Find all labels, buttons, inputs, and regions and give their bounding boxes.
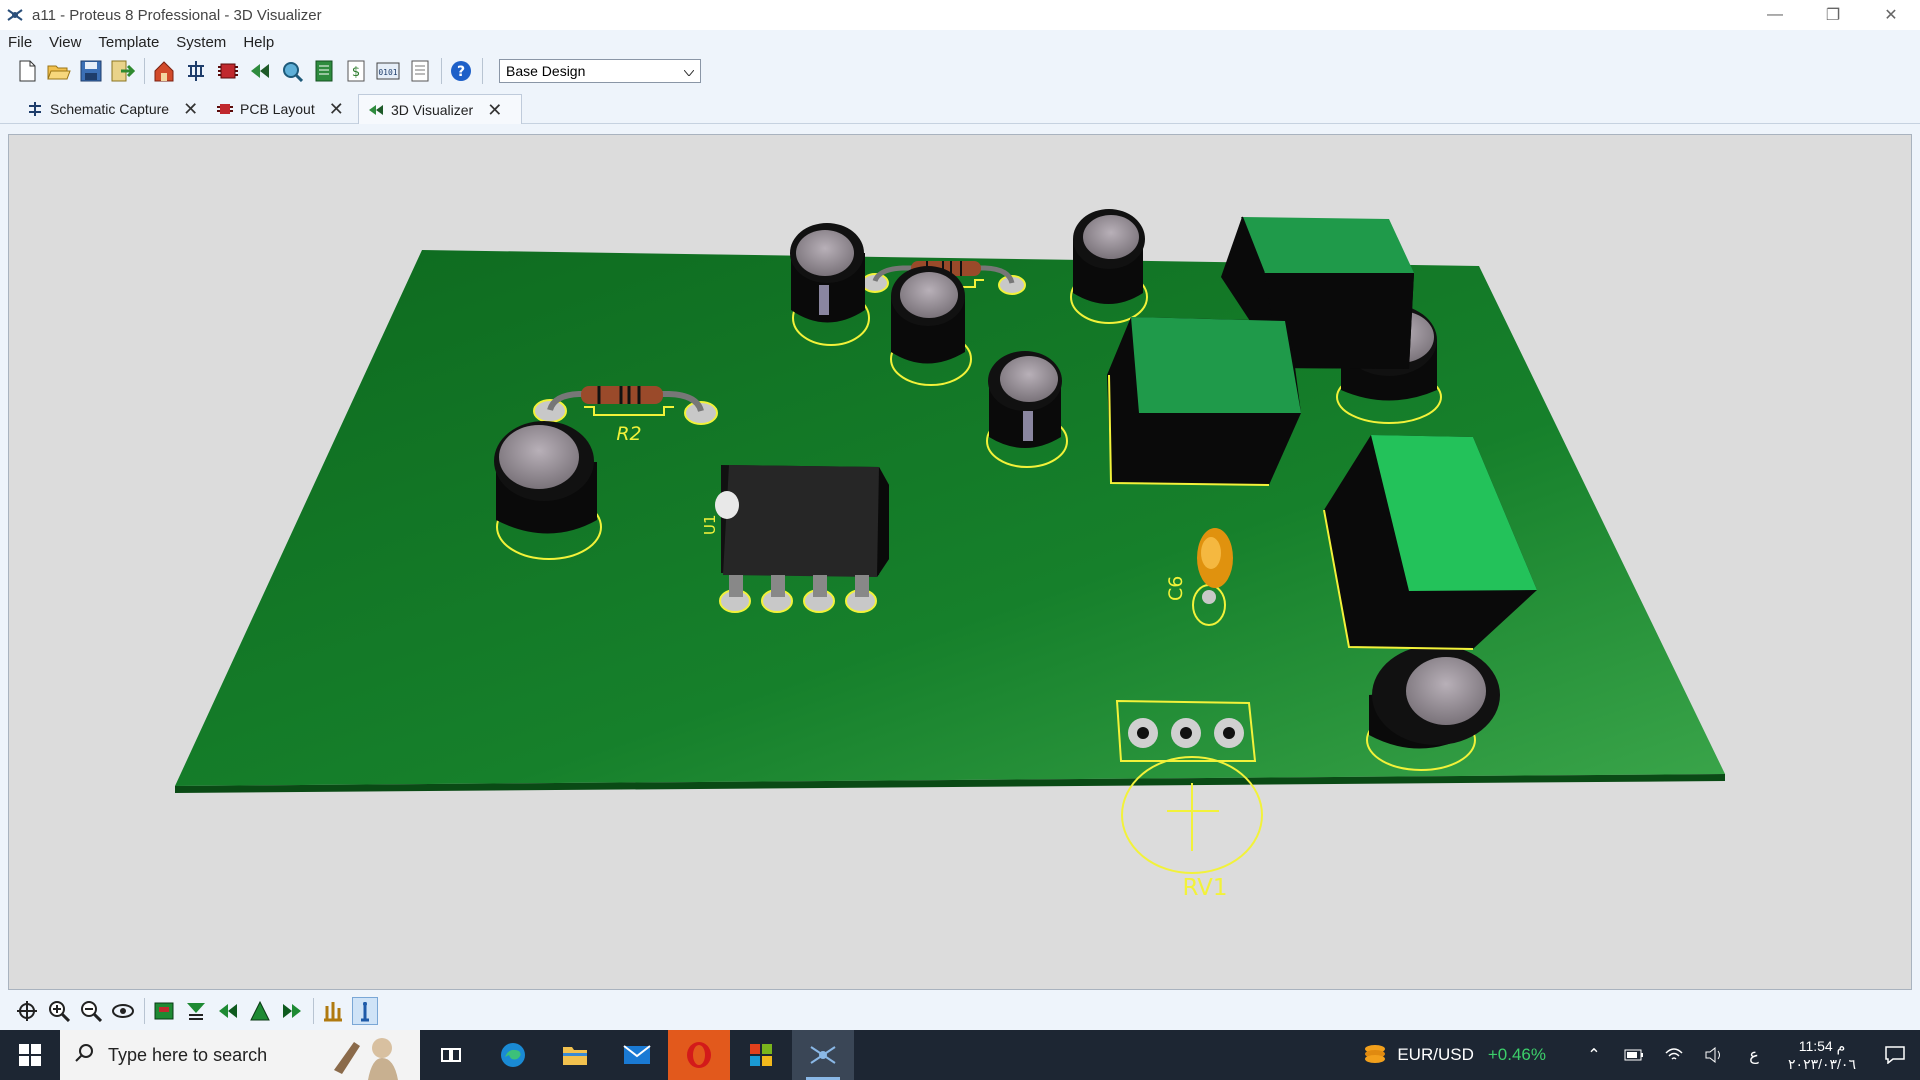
pan-icon[interactable] xyxy=(14,997,40,1025)
file-explorer-icon[interactable] xyxy=(544,1030,606,1080)
gerber-icon[interactable] xyxy=(279,57,305,85)
back-view-icon[interactable] xyxy=(247,997,273,1025)
chevron-up-icon[interactable]: ⌃ xyxy=(1574,1030,1614,1080)
main-toolbar: $ 0101 ? Base Design xyxy=(0,54,1920,88)
restore-button[interactable]: ❐ xyxy=(1804,0,1862,30)
toolbar-separator xyxy=(144,58,145,84)
bom-icon[interactable] xyxy=(311,57,337,85)
windows-store-icon[interactable] xyxy=(730,1030,792,1080)
close-tab-icon[interactable]: ✕ xyxy=(487,101,502,119)
toolbar-separator xyxy=(441,58,442,84)
silk-label-u1: U1 xyxy=(701,514,719,535)
right-view-icon[interactable] xyxy=(279,997,305,1025)
close-button[interactable]: ✕ xyxy=(1862,0,1920,30)
battery-icon[interactable] xyxy=(1614,1030,1654,1080)
tab-3d-visualizer[interactable]: 3D Visualizer ✕ xyxy=(358,94,522,124)
mail-icon[interactable] xyxy=(606,1030,668,1080)
design-variant-value: Base Design xyxy=(506,63,586,79)
menu-bar: File View Template System Help xyxy=(0,30,1920,54)
3d-view-icon[interactable] xyxy=(247,57,273,85)
silk-label-r2: R2 xyxy=(616,423,641,445)
toolbar-separator xyxy=(313,998,314,1024)
windows-taskbar: Type here to search EUR/USD +0.46% ⌃ ع 1… xyxy=(0,1030,1920,1080)
clock-time: 11:54 م xyxy=(1798,1038,1846,1054)
left-view-icon[interactable] xyxy=(215,997,241,1025)
tab-pcb-layout[interactable]: PCB Layout ✕ xyxy=(208,94,344,124)
volume-icon[interactable] xyxy=(1694,1030,1734,1080)
pcb-icon xyxy=(216,100,234,118)
close-tab-icon[interactable]: ✕ xyxy=(329,100,344,118)
relay-middle xyxy=(1107,317,1301,486)
height-icon[interactable] xyxy=(320,997,346,1025)
search-highlight-art xyxy=(334,1038,398,1080)
open-folder-icon[interactable] xyxy=(46,57,72,85)
design-explorer-icon[interactable]: $ xyxy=(343,57,369,85)
tab-label: 3D Visualizer xyxy=(391,101,474,118)
view-toolbar xyxy=(0,992,1920,1030)
opera-icon[interactable] xyxy=(668,1030,730,1080)
svg-text:?: ? xyxy=(457,64,465,80)
code-icon[interactable]: 0101 xyxy=(375,57,401,85)
tab-bar: Schematic Capture ✕ PCB Layout ✕ 3D Visu… xyxy=(0,88,1920,124)
toolbar-separator xyxy=(144,998,145,1024)
window-title: a11 - Proteus 8 Professional - 3D Visual… xyxy=(32,6,322,24)
coins-icon xyxy=(1363,1041,1387,1070)
ticker-pair: EUR/USD xyxy=(1397,1045,1474,1064)
pcb-3d-render: R2 U1 C6 RV1 xyxy=(175,209,1725,901)
toolbar-separator xyxy=(482,58,483,84)
notifications-icon[interactable] xyxy=(1870,1030,1920,1080)
help-icon[interactable]: ? xyxy=(448,57,474,85)
svg-text:$: $ xyxy=(352,65,360,80)
tab-schematic-capture[interactable]: Schematic Capture ✕ xyxy=(18,94,198,124)
design-variant-select[interactable]: Base Design xyxy=(499,59,701,83)
currency-ticker[interactable]: EUR/USD +0.46% xyxy=(1363,1041,1546,1070)
silk-label-c6: C6 xyxy=(1165,576,1187,601)
zoom-in-icon[interactable] xyxy=(46,997,72,1025)
system-tray: EUR/USD +0.46% ⌃ ع 11:54 م ٢٠٢٣/٠٣/٠٦ xyxy=(1363,1030,1920,1080)
clock[interactable]: 11:54 م ٢٠٢٣/٠٣/٠٦ xyxy=(1780,1037,1864,1073)
close-tab-icon[interactable]: ✕ xyxy=(183,100,198,118)
search-placeholder: Type here to search xyxy=(108,1044,268,1065)
home-icon[interactable] xyxy=(151,57,177,85)
pcb-icon[interactable] xyxy=(215,57,241,85)
zoom-out-icon[interactable] xyxy=(78,997,104,1025)
info-icon[interactable] xyxy=(352,997,378,1025)
tab-label: PCB Layout xyxy=(240,101,315,117)
tab-label: Schematic Capture xyxy=(50,101,170,117)
wifi-icon[interactable] xyxy=(1654,1030,1694,1080)
proteus-app-icon xyxy=(6,6,24,24)
edge-icon[interactable] xyxy=(482,1030,544,1080)
schematic-icon[interactable] xyxy=(183,57,209,85)
menu-file[interactable]: File xyxy=(0,34,41,51)
3d-viewport[interactable]: R2 U1 C6 RV1 xyxy=(8,134,1912,990)
silk-label-rv1: RV1 xyxy=(1182,875,1227,901)
notes-icon[interactable] xyxy=(407,57,433,85)
language-indicator[interactable]: ع xyxy=(1734,1030,1774,1080)
chevron-down-icon xyxy=(683,63,695,79)
front-view-icon[interactable] xyxy=(183,997,209,1025)
save-icon[interactable] xyxy=(78,57,104,85)
menu-help[interactable]: Help xyxy=(235,34,283,51)
potentiometer-rv1: RV1 xyxy=(1115,699,1263,901)
menu-template[interactable]: Template xyxy=(90,34,168,51)
menu-system[interactable]: System xyxy=(168,34,235,51)
title-bar: a11 - Proteus 8 Professional - 3D Visual… xyxy=(0,0,1920,30)
3d-view-icon xyxy=(367,101,385,119)
new-file-icon[interactable] xyxy=(14,57,40,85)
schematic-icon xyxy=(26,100,44,118)
ticker-change: +0.46% xyxy=(1487,1045,1546,1064)
taskbar-search-box[interactable]: Type here to search xyxy=(60,1030,420,1080)
proteus-icon[interactable] xyxy=(792,1030,854,1080)
top-view-icon[interactable] xyxy=(151,997,177,1025)
clock-date: ٢٠٢٣/٠٣/٠٦ xyxy=(1788,1056,1856,1072)
svg-text:0101: 0101 xyxy=(378,68,397,77)
import-icon[interactable] xyxy=(110,57,136,85)
menu-view[interactable]: View xyxy=(41,34,90,51)
minimize-button[interactable]: — xyxy=(1746,0,1804,30)
task-view-icon[interactable] xyxy=(420,1030,482,1080)
windows-start-icon[interactable] xyxy=(0,1030,60,1080)
search-icon xyxy=(74,1043,94,1068)
orbit-icon[interactable] xyxy=(110,997,136,1025)
